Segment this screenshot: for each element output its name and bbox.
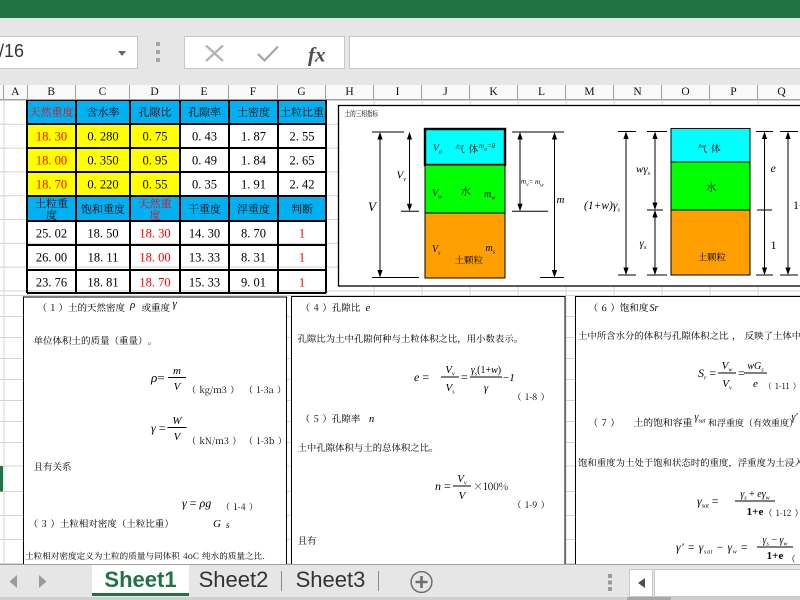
svg-text:23. 76: 23. 76 [36,276,67,290]
svg-text:9. 01: 9. 01 [241,276,266,290]
svg-text:G: G [213,518,221,530]
svg-text:γ: γ [484,382,489,394]
svg-text:18. 00: 18. 00 [139,251,170,265]
svg-text:0. 49: 0. 49 [192,154,217,168]
svg-text:1: 1 [771,238,777,252]
svg-text:0. 43: 0. 43 [192,130,217,144]
svg-text:1: 1 [299,251,305,265]
svg-text:1. 84: 1. 84 [241,154,267,168]
svg-text:n: n [369,414,374,425]
svg-text:0. 350: 0. 350 [87,154,118,168]
svg-text:m: m [557,194,565,206]
svg-text:25. 02: 25. 02 [36,227,67,241]
svg-text:1. 91: 1. 91 [241,178,266,192]
svg-text:γ′: γ′ [792,412,799,423]
svg-text:=: = [738,366,745,380]
svg-text:1+e: 1+e [747,506,764,518]
svg-text:15. 33: 15. 33 [189,276,220,290]
svg-text:0. 280: 0. 280 [87,130,118,144]
svg-text:18. 70: 18. 70 [139,276,170,290]
svg-text:Sr: Sr [650,303,659,314]
svg-text:e =: e = [414,370,429,384]
svg-text:2. 42: 2. 42 [290,178,315,192]
svg-text:18. 11: 18. 11 [88,251,119,265]
svg-text:1: 1 [299,227,305,241]
svg-text:18. 30: 18. 30 [139,227,170,241]
svg-text:1+: 1+ [793,198,800,212]
svg-text:1+e: 1+e [767,550,784,562]
svg-text:n =: n = [435,479,451,493]
svg-text:−1: −1 [503,372,515,384]
svg-text:m: m [173,365,181,377]
svg-text:0. 75: 0. 75 [143,130,168,144]
svg-text:ρ: ρ [129,299,135,311]
svg-text:ρ=: ρ= [150,370,165,385]
svg-text:γ =: γ = [151,421,166,435]
svg-text:s: s [226,520,230,530]
svg-text:(1+w)γs: (1+w)γs [584,200,620,214]
svg-text:18. 81: 18. 81 [87,276,118,290]
svg-text:e: e [366,303,371,314]
svg-text:18. 70: 18. 70 [36,178,67,192]
svg-text:18. 50: 18. 50 [87,227,118,241]
svg-text:13. 33: 13. 33 [189,251,220,265]
svg-text:=: = [461,370,468,384]
svg-text:8. 31: 8. 31 [241,251,266,265]
svg-text:1: 1 [299,276,305,290]
svg-text:14. 30: 14. 30 [189,227,220,241]
svg-text:0. 95: 0. 95 [143,154,168,168]
svg-text:0. 35: 0. 35 [192,178,217,192]
svg-text:1. 87: 1. 87 [241,130,266,144]
svg-text:26. 00: 26. 00 [36,251,67,265]
svg-text:fx: fx [308,43,326,67]
svg-text:18. 00: 18. 00 [36,154,67,168]
svg-text:γ: γ [173,298,178,310]
svg-text:W: W [172,415,182,427]
svg-text:18. 30: 18. 30 [36,130,67,144]
svg-text:0. 55: 0. 55 [143,178,168,192]
svg-text:γ = ρg: γ = ρg [182,496,211,510]
svg-text:0. 220: 0. 220 [87,178,118,192]
svg-text:2. 55: 2. 55 [290,130,315,144]
svg-text:e: e [771,161,777,175]
svg-text:8. 70: 8. 70 [241,227,266,241]
svg-text:e: e [753,378,758,390]
svg-text:2. 65: 2. 65 [290,154,315,168]
